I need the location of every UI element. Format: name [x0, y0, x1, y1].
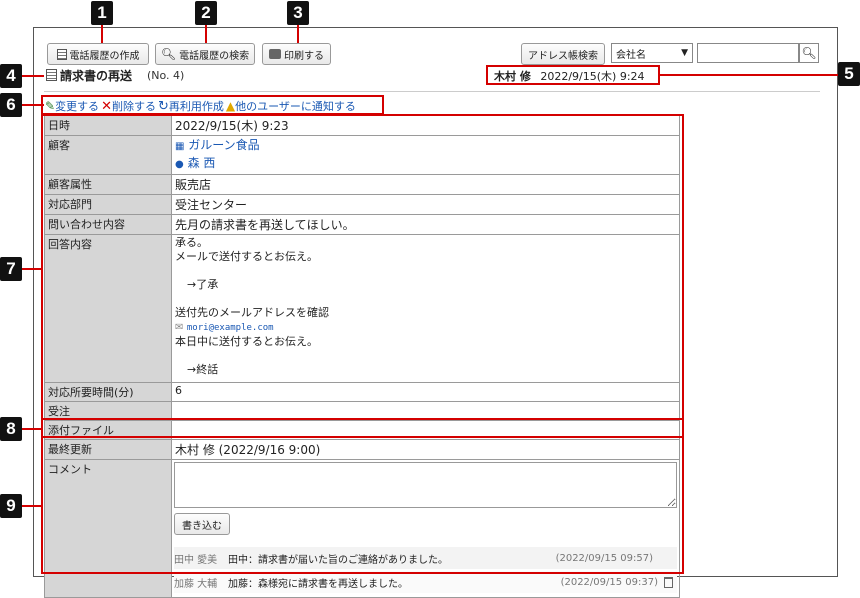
connector-1: [101, 25, 103, 43]
search-call-history-button[interactable]: 🔍︎ 電話履歴の検索: [155, 43, 255, 65]
trash-icon[interactable]: [664, 576, 673, 588]
reuse-icon: ↻: [157, 98, 169, 114]
print-button[interactable]: 印刷する: [262, 43, 331, 65]
title-divider: [44, 91, 820, 92]
delete-link[interactable]: 削除する: [112, 98, 156, 114]
connector-5: [660, 74, 838, 76]
search-icon[interactable]: 🔍︎: [799, 43, 819, 63]
list-icon: [56, 48, 67, 60]
author-datetime: 2022/9/15(木) 9:24: [540, 70, 645, 83]
company-select-value: 会社名: [616, 49, 646, 61]
edit-link[interactable]: 変更する: [55, 98, 99, 114]
badge-7: 7: [0, 257, 22, 281]
address-search-input[interactable]: [697, 43, 799, 63]
connector-4: [22, 75, 44, 77]
comment-item: 加藤 大輔 加藤：森様宛に請求書を再送しました。 (2022/09/15 09:37…: [174, 571, 677, 593]
action-bar: ✎ 変更する ✕ 削除する ↻ 再利用作成 ▲ 他のユーザーに通知する: [45, 98, 356, 114]
author-name: 木村 修: [494, 70, 531, 83]
badge-1: 1: [91, 1, 113, 25]
chevron-down-icon: ▼: [681, 48, 688, 58]
updated-highlight: [41, 418, 684, 438]
notify-link[interactable]: 他のユーザーに通知する: [235, 98, 356, 114]
document-icon: [46, 69, 57, 81]
detail-highlight: [41, 114, 684, 420]
company-name-select[interactable]: 会社名 ▼: [611, 43, 693, 63]
search-icon: 🔍︎: [160, 47, 177, 61]
connector-2: [205, 25, 207, 43]
printer-icon: [269, 49, 281, 59]
comment-date: (2022/09/15 09:37): [560, 576, 658, 588]
connector-3: [297, 25, 299, 43]
page-title: 請求書の再送: [60, 69, 133, 83]
comment-author[interactable]: 加藤 大輔: [174, 575, 228, 590]
badge-5: 5: [838, 62, 860, 86]
comment-text: 加藤：森様宛に請求書を再送しました。: [228, 578, 408, 590]
badge-8: 8: [0, 417, 22, 441]
reuse-link[interactable]: 再利用作成: [169, 98, 224, 114]
badge-6: 6: [0, 93, 22, 117]
connector-9: [22, 505, 42, 507]
bell-icon: ▲: [225, 99, 236, 113]
record-number: (No. 4): [147, 69, 185, 82]
create-call-history-label: 電話履歴の作成: [69, 50, 140, 62]
comment-highlight: [41, 436, 684, 574]
badge-4: 4: [0, 64, 22, 88]
address-book-search-button[interactable]: アドレス帳検索: [521, 43, 605, 65]
connector-7: [22, 268, 42, 270]
search-call-history-label: 電話履歴の検索: [179, 50, 250, 62]
create-call-history-button[interactable]: 電話履歴の作成: [47, 43, 149, 65]
badge-3: 3: [287, 1, 309, 25]
print-label: 印刷する: [284, 50, 324, 62]
author-info: 木村 修 2022/9/15(木) 9:24: [494, 68, 645, 84]
connector-8: [22, 428, 42, 430]
delete-icon: ✕: [101, 98, 112, 114]
badge-2: 2: [195, 1, 217, 25]
address-book-search-label: アドレス帳検索: [528, 50, 598, 62]
edit-icon: ✎: [45, 99, 56, 113]
badge-9: 9: [0, 494, 22, 518]
